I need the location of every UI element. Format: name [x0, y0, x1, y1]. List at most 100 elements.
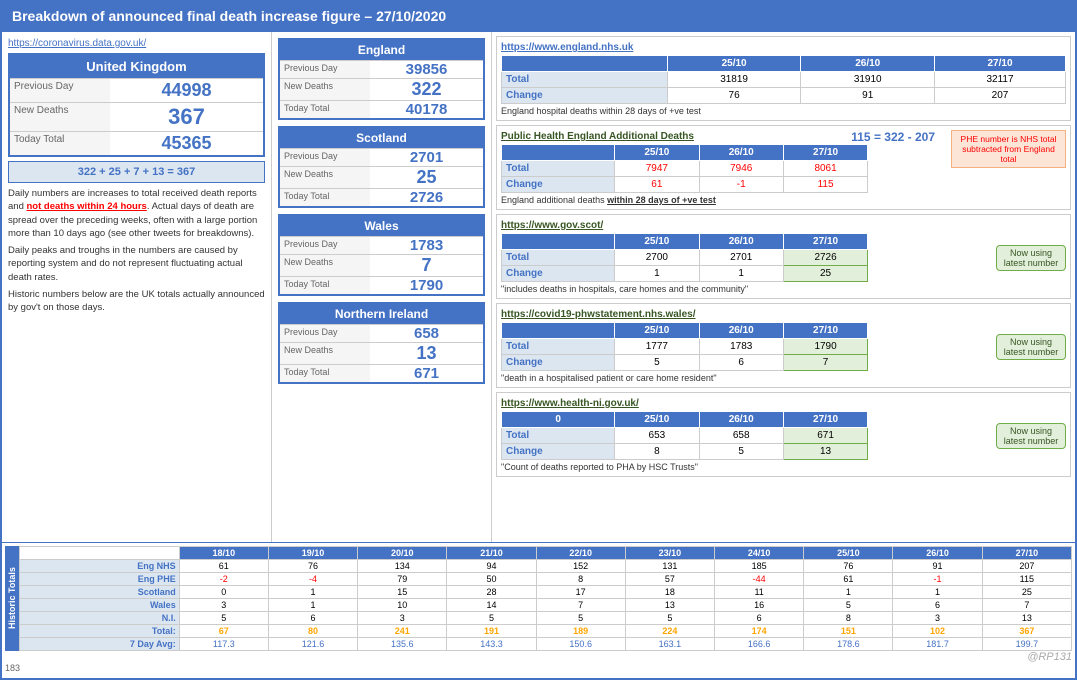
historic-cell: 28 [447, 586, 536, 599]
nhs-col3: 27/10 [935, 56, 1066, 72]
historic-row-label: Eng PHE [20, 573, 180, 586]
historic-cell: 17 [536, 586, 625, 599]
wales-change-27: 7 [783, 355, 867, 371]
historic-cell: 91 [893, 560, 982, 573]
ni-change-label: Change [502, 444, 615, 460]
historic-cell: 1 [268, 599, 357, 612]
historic-avg-cell: 117.3 [179, 638, 268, 651]
desc3: Historic numbers below are the UK totals… [8, 288, 265, 315]
scotland-deaths-label: New Deaths [280, 167, 370, 188]
phe-note: England additional deaths within 28 days… [501, 195, 1066, 205]
historic-cell: 3 [179, 599, 268, 612]
scotland-prev-row: Previous Day 2701 [280, 148, 483, 166]
historic-avg-label: 7 Day Avg: [20, 638, 180, 651]
equation-box: 322 + 25 + 7 + 13 = 367 [8, 161, 265, 183]
historic-data-row: Eng PHE-2-47950857-4461-1115 [20, 573, 1072, 586]
historic-cell: 5 [536, 612, 625, 625]
historic-cell: 6 [715, 612, 804, 625]
historic-date-header: 24/10 [715, 547, 804, 560]
ni-link[interactable]: https://www.health-ni.gov.uk/ [501, 398, 639, 409]
wales-badge: Now using latest number [996, 334, 1066, 360]
historic-cell: 61 [179, 560, 268, 573]
historic-avg-cell: 199.7 [982, 638, 1071, 651]
phe-col2: 26/10 [699, 145, 783, 161]
historic-cell: 10 [358, 599, 447, 612]
ni-deaths-row: New Deaths 13 [280, 342, 483, 364]
ni-table: Northern Ireland Previous Day 658 New De… [278, 302, 485, 384]
nhs-link[interactable]: https://www.england.nhs.uk [501, 42, 633, 53]
phe-total-26: 7946 [699, 161, 783, 177]
header-title: Breakdown of announced final death incre… [12, 8, 446, 24]
phe-col3: 27/10 [783, 145, 867, 161]
scot-change-label: Change [502, 266, 615, 282]
wales-total-row: Total 1777 1783 1790 [502, 339, 868, 355]
historic-avg-cell: 178.6 [804, 638, 893, 651]
nhs-change-row: Change 76 91 207 [502, 88, 1066, 104]
historic-date-header: 20/10 [358, 547, 447, 560]
scot-table: 25/10 26/10 27/10 Total 2700 2701 2726 C… [501, 233, 868, 282]
phe-equation: 115 = 322 - 207 [851, 130, 935, 144]
historic-row-label: Scotland [20, 586, 180, 599]
nhs-col1: 25/10 [667, 56, 801, 72]
ni-prev-value: 658 [370, 325, 483, 342]
uk-source-link[interactable]: https://coronavirus.data.gov.uk/ [8, 38, 265, 49]
uk-today-total-row: Today Total 45365 [10, 131, 263, 155]
scot-link[interactable]: https://www.gov.scot/ [501, 220, 603, 231]
historic-cell: 185 [715, 560, 804, 573]
nhs-col2: 26/10 [801, 56, 935, 72]
historic-cell: 1 [804, 586, 893, 599]
phe-link[interactable]: Public Health England Additional Deaths [501, 131, 694, 142]
historic-cell: 79 [358, 573, 447, 586]
historic-data-row: Scotland0115281718111125 [20, 586, 1072, 599]
ni-change-25: 8 [615, 444, 699, 460]
scot-change-row: Change 1 1 25 [502, 266, 868, 282]
historic-cell: 7 [982, 599, 1071, 612]
historic-total-cell: 102 [893, 625, 982, 638]
historic-cell: 18 [625, 586, 714, 599]
historic-cell: 57 [625, 573, 714, 586]
desc2: Daily peaks and troughs in the numbers a… [8, 244, 265, 284]
historic-cell: 61 [804, 573, 893, 586]
ni-total-label: Today Total [280, 365, 370, 382]
historic-date-header: 22/10 [536, 547, 625, 560]
scot-note: "includes deaths in hospitals, care home… [501, 284, 1066, 294]
ni-total-27: 671 [783, 428, 867, 444]
historic-cell: 5 [179, 612, 268, 625]
wales-link[interactable]: https://covid19-phwstatement.nhs.wales/ [501, 309, 695, 320]
historic-cell: 1 [893, 586, 982, 599]
historic-totals-label: Total: [20, 625, 180, 638]
historic-cell: 13 [982, 612, 1071, 625]
scotland-prev-label: Previous Day [280, 149, 370, 166]
england-total-value: 40178 [370, 101, 483, 118]
historic-cell: -2 [179, 573, 268, 586]
page-title: Breakdown of announced final death incre… [2, 2, 1075, 32]
scotland-deaths-value: 25 [370, 167, 483, 188]
ni-change-row: Change 8 5 13 [502, 444, 868, 460]
ni-deaths-label: New Deaths [280, 343, 370, 364]
historic-data-row: N.I.56355568313 [20, 612, 1072, 625]
nhs-total-25: 31819 [667, 72, 801, 88]
historic-date-header: 23/10 [625, 547, 714, 560]
historic-cell: -44 [715, 573, 804, 586]
phe-total-27: 8061 [783, 161, 867, 177]
historic-avg-cell: 150.6 [536, 638, 625, 651]
wales-prev-value: 1783 [370, 237, 483, 254]
nhs-total-row: Total 31819 31910 32117 [502, 72, 1066, 88]
wales-change-row: Change 5 6 7 [502, 355, 868, 371]
historic-avg-cell: 166.6 [715, 638, 804, 651]
historic-cell: 8 [804, 612, 893, 625]
wales-header: Wales [280, 216, 483, 236]
wales-prev-row: Previous Day 1783 [280, 236, 483, 254]
nhs-table: 25/10 26/10 27/10 Total 31819 31910 3211… [501, 55, 1066, 104]
historic-cell: 6 [268, 612, 357, 625]
left-panel: https://coronavirus.data.gov.uk/ United … [2, 32, 272, 542]
historic-cell: 131 [625, 560, 714, 573]
ni-section: https://www.health-ni.gov.uk/ Now using … [496, 392, 1071, 477]
ni-data-table: 0 25/10 26/10 27/10 Total 653 658 671 [501, 411, 868, 460]
page-number: 183 [5, 663, 1072, 673]
phe-change-27: 115 [783, 177, 867, 193]
scotland-prev-value: 2701 [370, 149, 483, 166]
scot-total-27: 2726 [783, 250, 867, 266]
historic-date-header: 26/10 [893, 547, 982, 560]
historic-total-cell: 191 [447, 625, 536, 638]
